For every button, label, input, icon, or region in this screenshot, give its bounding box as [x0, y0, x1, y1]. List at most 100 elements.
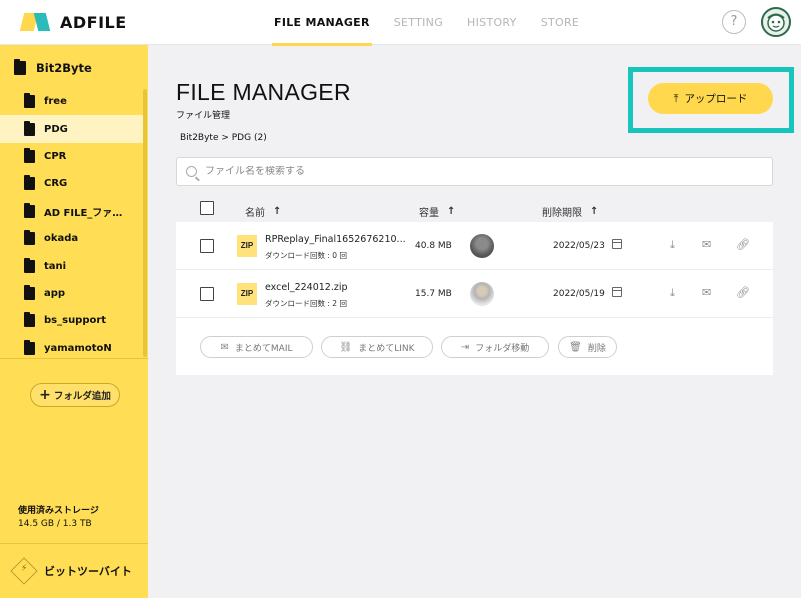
page-subtitle: ファイル管理: [176, 111, 231, 121]
expiry-date: 2022/05/23: [553, 241, 605, 251]
upload-label: アップロード: [684, 93, 748, 105]
calendar-icon[interactable]: [612, 287, 622, 297]
sidebar-item-pdg[interactable]: PDG: [0, 115, 143, 143]
trash-icon: 🗑︎: [569, 341, 582, 353]
search-input[interactable]: [205, 166, 745, 177]
sidebar-divider: [0, 543, 148, 544]
tab-history[interactable]: HISTORY: [455, 0, 529, 45]
download-icon[interactable]: ⤓: [670, 286, 675, 300]
owner-avatar: [470, 282, 494, 306]
bulk-link-button[interactable]: ⛓ まとめてLINK: [321, 336, 433, 358]
file-size: 40.8 MB: [415, 241, 452, 251]
upload-button[interactable]: ⤒ アップロード: [648, 83, 773, 114]
company-link[interactable]: ビットツーバイト: [10, 557, 132, 585]
mail-icon[interactable]: ✉: [702, 286, 711, 299]
bulk-mail-button[interactable]: ✉ まとめてMAIL: [200, 336, 313, 358]
zip-file-icon: ZIP: [237, 283, 257, 305]
table-row[interactable]: ZIP excel_224012.zip ダウンロード回数 : 2 回 15.7…: [176, 270, 773, 318]
company-label: ビットツーバイト: [44, 565, 132, 578]
app-logo[interactable]: ADFILE: [19, 12, 127, 32]
download-count: ダウンロード回数 : 2 回: [265, 299, 347, 308]
sidebar-item-label: CPR: [44, 150, 67, 162]
sidebar-item-free[interactable]: free: [0, 88, 143, 115]
file-name[interactable]: excel_224012.zip: [265, 282, 348, 293]
sidebar-item-app[interactable]: app: [0, 280, 143, 307]
link-icon: ⛓: [339, 341, 353, 353]
column-expiry-label: 削除期限: [542, 208, 582, 219]
expiry-date: 2022/05/19: [553, 289, 605, 299]
mail-icon[interactable]: ✉: [702, 238, 711, 251]
link-icon[interactable]: 🔗︎: [736, 286, 750, 299]
folder-icon: [24, 147, 35, 163]
bulk-move-button[interactable]: ⇥ フォルダ移動: [441, 336, 549, 358]
calendar-icon[interactable]: [612, 239, 622, 249]
column-header-size[interactable]: 容量 ↑: [419, 204, 455, 219]
sort-up-arrow-icon: ↑: [447, 206, 456, 217]
sidebar-root-folder[interactable]: Bit2Byte: [14, 59, 92, 75]
bulk-delete-label: 削除: [587, 343, 606, 354]
tab-store[interactable]: STORE: [529, 0, 591, 45]
main-nav: FILE MANAGER SETTING HISTORY STORE: [262, 0, 591, 46]
sidebar-scrollbar[interactable]: [143, 89, 147, 357]
sidebar: Bit2Byte free PDG CPR CRG AD FILE_ファ… ok…: [0, 45, 148, 598]
folder-icon: [24, 93, 35, 109]
sidebar-root-label: Bit2Byte: [36, 61, 92, 75]
search-icon: [186, 166, 197, 177]
folder-icon: [24, 120, 35, 136]
row-checkbox[interactable]: [200, 239, 214, 253]
column-header-name[interactable]: 名前 ↑: [245, 204, 281, 219]
table-header: 名前 ↑ 容量 ↑ 削除期限 ↑: [176, 196, 773, 222]
sidebar-item-okada[interactable]: okada: [0, 225, 143, 252]
sidebar-item-tani[interactable]: tani: [0, 252, 143, 279]
top-header: ADFILE FILE MANAGER SETTING HISTORY STOR…: [0, 0, 801, 46]
tab-file-manager[interactable]: FILE MANAGER: [262, 0, 382, 46]
folder-icon: [24, 284, 35, 300]
sidebar-item-label: yamamotoN: [44, 342, 112, 354]
add-folder-label: フォルダ追加: [53, 391, 111, 402]
sidebar-item-adfile[interactable]: AD FILE_ファ…: [0, 198, 143, 225]
row-checkbox[interactable]: [200, 287, 214, 301]
tab-setting[interactable]: SETTING: [382, 0, 455, 45]
company-logo-icon: [10, 557, 38, 585]
column-header-expiry[interactable]: 削除期限 ↑: [542, 204, 598, 219]
table-row[interactable]: ZIP RPReplay_Final1652676210... ダウンロード回数…: [176, 222, 773, 270]
breadcrumb: Bit2Byte > PDG (2): [180, 133, 267, 143]
bulk-mail-label: まとめてMAIL: [234, 343, 293, 354]
mail-icon: ✉: [220, 341, 229, 353]
sidebar-item-label: CRG: [44, 178, 68, 190]
user-avatar[interactable]: [761, 7, 791, 37]
sidebar-item-label: app: [44, 287, 66, 299]
folder-icon: [24, 257, 35, 273]
owner-avatar: [470, 234, 494, 258]
sidebar-item-label: tani: [44, 260, 67, 272]
file-size: 15.7 MB: [415, 289, 452, 299]
select-all-checkbox[interactable]: [200, 201, 214, 215]
sidebar-item-label: AD FILE_ファ…: [44, 207, 123, 219]
upload-icon: ⤒: [673, 91, 679, 105]
search-bar: [176, 157, 773, 186]
add-folder-button[interactable]: + フォルダ追加: [30, 383, 120, 407]
sidebar-item-label: bs_support: [44, 315, 107, 327]
sidebar-item-bs-support[interactable]: bs_support: [0, 307, 143, 334]
download-count: ダウンロード回数 : 0 回: [265, 251, 347, 260]
link-icon[interactable]: 🔗︎: [736, 238, 750, 251]
bulk-move-label: フォルダ移動: [475, 343, 530, 354]
folder-icon: [24, 230, 35, 246]
folder-icon: [24, 339, 35, 355]
avatar-illustration-icon: [767, 13, 785, 32]
download-icon[interactable]: ⤓: [670, 238, 675, 252]
zip-file-icon: ZIP: [237, 235, 257, 257]
plus-icon: +: [39, 387, 51, 403]
logo-mark-icon: [19, 13, 52, 31]
bulk-delete-button[interactable]: 🗑︎ 削除: [558, 336, 617, 358]
column-name-label: 名前: [245, 208, 265, 219]
column-size-label: 容量: [419, 208, 439, 219]
file-name[interactable]: RPReplay_Final1652676210...: [265, 234, 406, 245]
sort-up-arrow-icon: ↑: [273, 206, 282, 217]
bulk-link-label: まとめてLINK: [358, 343, 415, 354]
sidebar-item-label: free: [44, 96, 67, 108]
folder-icon: [24, 202, 35, 218]
sidebar-item-cpr[interactable]: CPR: [0, 143, 143, 170]
sidebar-item-crg[interactable]: CRG: [0, 170, 143, 197]
help-button[interactable]: ?: [722, 10, 746, 34]
